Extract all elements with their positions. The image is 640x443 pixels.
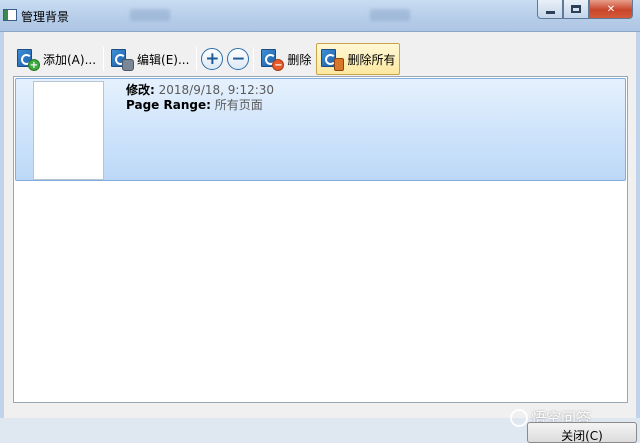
list-item[interactable]: 修改: 2018/9/18, 9:12:30 Page Range: 所有页面 (15, 78, 626, 181)
background-window-blur (370, 9, 410, 21)
window-controls: ✕ (537, 0, 633, 20)
toolbar-separator (253, 47, 255, 71)
edit-background-icon (110, 47, 135, 71)
delete-background-icon: − (260, 47, 285, 71)
maximize-icon (571, 5, 581, 13)
edit-button[interactable]: 编辑(E)... (106, 43, 194, 75)
add-button-label: 添加(A)... (43, 52, 97, 67)
page-thumbnail (33, 81, 104, 180)
app-icon (3, 9, 17, 21)
delete-all-button-label: 删除所有 (347, 52, 396, 67)
delete-all-button[interactable]: 删除所有 (316, 43, 401, 75)
minimize-button[interactable] (537, 0, 563, 19)
minus-icon: − (231, 49, 246, 69)
maximize-button[interactable] (563, 0, 589, 19)
close-window-button[interactable]: ✕ (589, 0, 633, 19)
delete-button[interactable]: − 删除 (256, 43, 316, 75)
add-background-icon: + (16, 47, 40, 71)
background-window-blur (130, 9, 170, 21)
toolbar: + 添加(A)... 编辑(E)... + − − 删除 删除所有 (12, 41, 401, 77)
close-icon: ✕ (606, 3, 616, 15)
minimize-icon (545, 10, 555, 14)
item-details: 修改: 2018/9/18, 9:12:30 Page Range: 所有页面 (126, 83, 274, 113)
page-range-label: Page Range: (126, 98, 211, 112)
toolbar-separator (103, 47, 105, 71)
delete-all-icon (320, 47, 345, 71)
move-up-button[interactable]: + (201, 48, 224, 70)
page-range-value: 所有页面 (214, 98, 263, 112)
toolbar-separator (196, 47, 198, 71)
edit-button-label: 编辑(E)... (137, 52, 190, 67)
title-bar[interactable]: 管理背景 ✕ (0, 0, 640, 32)
modified-value: 2018/9/18, 9:12:30 (158, 83, 275, 97)
move-down-button[interactable]: − (227, 48, 250, 70)
watermark-logo-icon (510, 408, 528, 427)
window-title: 管理背景 (21, 10, 70, 24)
delete-button-label: 删除 (287, 52, 312, 67)
dialog-body: + 添加(A)... 编辑(E)... + − − 删除 删除所有 修改: 20… (4, 32, 636, 418)
plus-icon: + (205, 49, 220, 69)
add-button[interactable]: + 添加(A)... (12, 43, 101, 75)
close-button-label: 关闭(C) (561, 429, 603, 443)
modified-label: 修改: (126, 83, 155, 97)
close-button[interactable]: 关闭(C) (527, 422, 637, 443)
background-list[interactable]: 修改: 2018/9/18, 9:12:30 Page Range: 所有页面 (13, 76, 628, 403)
